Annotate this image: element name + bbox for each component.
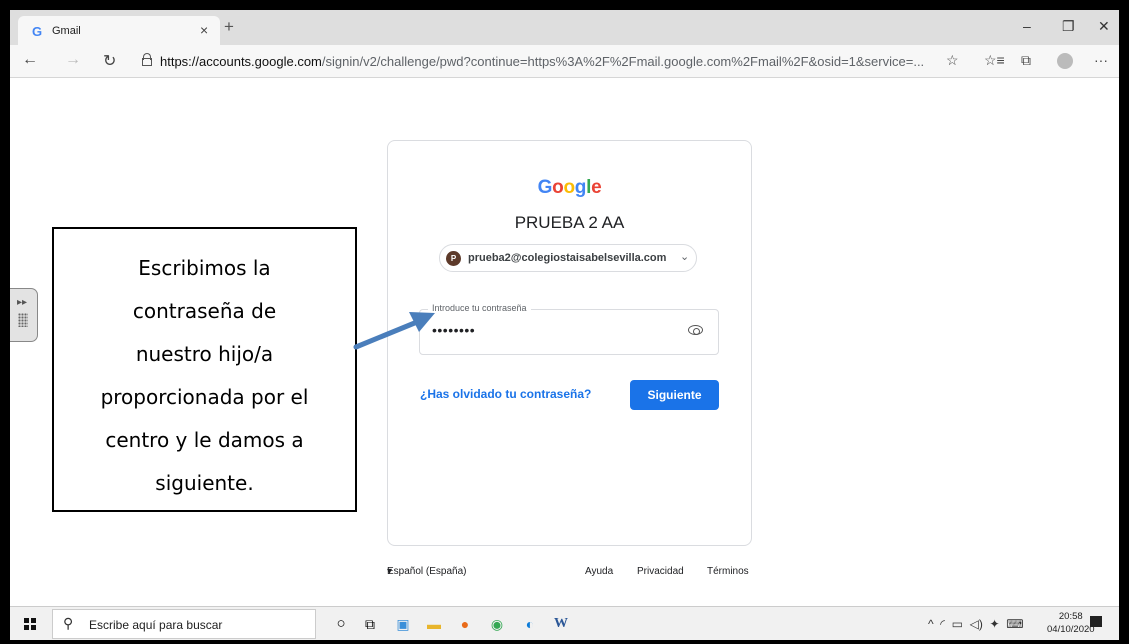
clock-time: 20:58 — [1058, 611, 1083, 622]
taskbar-search-box[interactable]: ⚲ Escribe aquí para buscar — [52, 609, 316, 639]
password-value[interactable]: •••••••• — [432, 322, 475, 338]
password-label: Introduce tu contraseña — [428, 303, 531, 313]
forward-icon[interactable]: → — [65, 51, 81, 69]
google-logo-letter: g — [574, 177, 587, 198]
grip-icon — [18, 313, 28, 327]
clock-date: 04/10/2020 — [1047, 624, 1095, 635]
account-email: prueba2@colegiostaisabelsevilla.com — [468, 252, 667, 264]
new-tab-icon[interactable]: + — [224, 17, 234, 37]
search-icon: ⚲ — [63, 615, 74, 631]
taskbar-clock[interactable]: 20:58 04/10/2020 — [1047, 610, 1095, 636]
google-favicon-icon: G — [32, 24, 43, 39]
terms-link[interactable]: Términos — [707, 566, 749, 577]
collections-icon[interactable]: ⧉ — [1021, 52, 1031, 69]
url-path: /signin/v2/challenge/pwd?continue=https%… — [321, 54, 925, 69]
privacy-link[interactable]: Privacidad — [637, 566, 684, 577]
restore-icon[interactable]: ❐ — [1062, 18, 1075, 35]
chevron-down-icon: ⌄ — [680, 251, 690, 263]
forgot-password-link[interactable]: ¿Has olvidado tu contraseña? — [420, 387, 591, 401]
instruction-callout: Escribimos la contraseña de nuestro hijo… — [52, 227, 357, 512]
minimize-icon[interactable]: – — [1023, 18, 1031, 34]
refresh-icon[interactable]: ↻ — [103, 51, 116, 71]
dropdown-arrow-icon: ▾ — [387, 566, 393, 577]
control-panel-icon[interactable]: ▣ — [393, 614, 413, 634]
windows-start-icon[interactable] — [24, 618, 36, 630]
google-logo: Google — [388, 177, 751, 199]
next-button[interactable]: Siguiente — [630, 380, 719, 410]
callout-line: Escribimos la — [138, 256, 271, 280]
desktop-screen: G Gmail × + – ❐ ✕ ← → ↻ https://accounts… — [10, 10, 1119, 640]
back-icon[interactable]: ← — [22, 51, 38, 69]
windows-taskbar: ⚲ Escribe aquí para buscar ○ ⧉ ▣ ▬ ● ◉ ◐… — [10, 606, 1119, 640]
callout-line: centro y le damos a — [105, 428, 304, 452]
firefox-icon[interactable]: ● — [455, 614, 475, 634]
signin-footer: Español (España) ▾ Ayuda Privacidad Térm… — [387, 566, 752, 582]
help-link[interactable]: Ayuda — [585, 566, 613, 577]
callout-line: contraseña de — [132, 299, 277, 323]
address-bar[interactable]: https://accounts.google.com/signin/v2/ch… — [136, 49, 956, 74]
edge-icon[interactable]: ◐ — [520, 614, 540, 634]
show-password-eye-icon[interactable] — [688, 325, 703, 335]
system-tray[interactable]: ^ ◜ ▭ ◁) ✦ ⌨ — [928, 617, 1024, 631]
url-host: https://accounts.google.com — [160, 54, 322, 69]
google-logo-letter: o — [552, 177, 564, 198]
chrome-icon[interactable]: ◉ — [487, 614, 507, 634]
word-icon[interactable]: W — [551, 614, 571, 634]
account-chip[interactable]: P prueba2@colegiostaisabelsevilla.com ⌄ — [439, 244, 697, 272]
callout-line: proporcionada por el — [100, 385, 309, 409]
close-window-icon[interactable]: ✕ — [1098, 18, 1110, 35]
tray-expand-icon[interactable]: ^ — [928, 617, 934, 631]
account-name: PRUEBA 2 AA — [514, 213, 625, 232]
callout-line: siguiente. — [155, 471, 254, 495]
google-logo-letter: o — [563, 177, 575, 198]
taskbar-search-placeholder: Escribe aquí para buscar — [89, 618, 223, 632]
profile-avatar-icon[interactable] — [1057, 53, 1073, 69]
notifications-icon[interactable] — [1090, 616, 1102, 627]
double-chevron-right-icon: ▸▸ — [17, 297, 28, 308]
password-field[interactable]: Introduce tu contraseña •••••••• — [419, 303, 719, 355]
cortana-icon[interactable]: ○ — [331, 614, 351, 634]
address-toolbar: ← → ↻ https://accounts.google.com/signin… — [10, 45, 1119, 78]
favorites-list-icon[interactable]: ☆≡ — [984, 52, 1005, 69]
file-explorer-icon[interactable]: ▬ — [424, 614, 444, 634]
url-text[interactable]: https://accounts.google.com/signin/v2/ch… — [160, 54, 924, 69]
star-icon[interactable]: ☆ — [946, 52, 959, 69]
google-logo-letter: G — [537, 177, 553, 198]
language-label: Español (España) — [387, 566, 467, 577]
lock-icon — [142, 53, 152, 66]
tab-gmail[interactable]: G Gmail × — [18, 16, 220, 45]
task-view-icon[interactable]: ⧉ — [360, 614, 380, 634]
more-menu-icon[interactable]: ··· — [1094, 52, 1108, 68]
google-logo-letter: e — [591, 177, 602, 198]
account-avatar: P — [446, 251, 461, 266]
tab-title: Gmail — [52, 25, 81, 37]
tab-close-icon[interactable]: × — [200, 22, 208, 38]
callout-line: nuestro hijo/a — [135, 342, 274, 366]
signin-card: Google PRUEBA 2 AA P prueba2@colegiostai… — [387, 140, 752, 546]
sidebar-expand-handle[interactable]: ▸▸ — [10, 288, 38, 342]
tab-strip: G Gmail × + – ❐ ✕ — [10, 10, 1119, 45]
